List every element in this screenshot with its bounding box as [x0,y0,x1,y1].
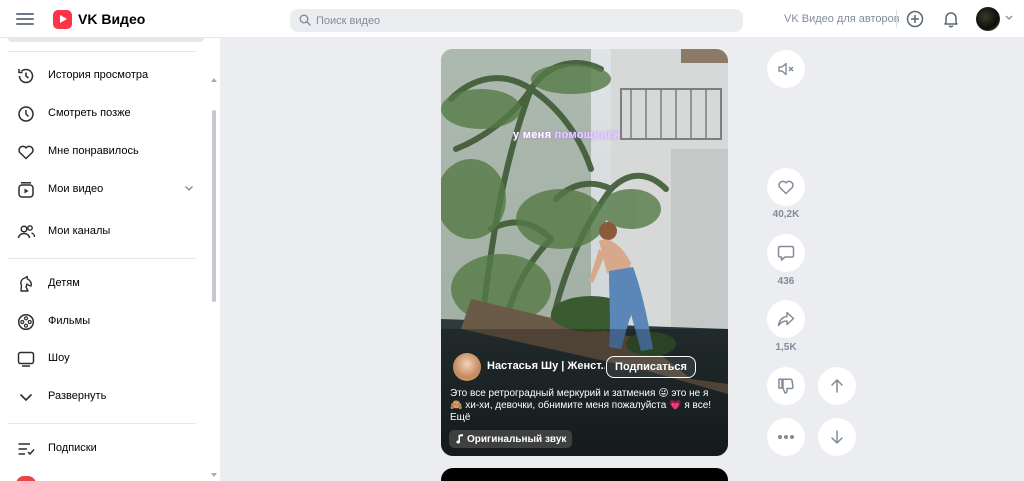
channel-avatar[interactable] [16,476,36,481]
sidebar-divider [8,258,196,259]
play-logo-icon [53,9,72,29]
top-header: VK Видео VK Видео для авторов [0,0,1024,38]
user-avatar[interactable] [976,7,1000,31]
sidebar-item-label: Фильмы [48,315,91,327]
more-dots-icon [778,435,794,439]
add-icon[interactable] [906,10,924,28]
comments-count: 436 [777,276,795,287]
video-player[interactable]: у меня помощники Настасья Шу | Женст... … [441,49,728,456]
like-button[interactable] [767,168,805,206]
thumbs-down-icon [778,378,794,394]
scroll-up-arrow-icon[interactable] [211,78,217,82]
heart-icon [778,180,794,195]
search-icon [299,14,311,26]
sidebar-item-films[interactable]: Фильмы [8,305,198,337]
sound-label: Оригинальный звук [467,433,567,445]
sidebar-item-label: Подписки [48,442,97,454]
vk-video-logo[interactable]: VK Видео [53,9,145,29]
search-input[interactable] [316,12,726,29]
history-icon [18,68,34,84]
next-video-preview[interactable] [441,468,728,481]
menu-icon[interactable] [16,10,34,28]
sidebar-top-edge [8,38,204,42]
users-icon [17,225,36,239]
overlay-text: у меня [513,129,555,141]
sidebar-item-liked[interactable]: Мне понравилось [8,135,198,167]
sidebar-item-history[interactable]: История просмотра [8,59,198,91]
sidebar-item-my-videos[interactable]: Мои видео [8,173,198,205]
share-icon [777,311,795,327]
sidebar-item-label: Мои видео [48,183,104,195]
sidebar-item-label: Детям [48,277,80,289]
film-reel-icon [17,313,35,331]
mute-button[interactable] [767,50,805,88]
share-button[interactable] [767,300,805,338]
sidebar-divider [8,51,196,52]
sidebar-item-label: Мне понравилось [48,145,139,157]
clock-icon [18,106,34,122]
sidebar-item-shows[interactable]: Шоу [8,342,198,374]
bell-icon[interactable] [942,10,960,28]
likes-count: 40,2K [772,209,800,220]
description-line: Это все ретроградный меркурий и затмения… [450,388,709,399]
sidebar-item-label: Шоу [48,352,70,364]
chevron-down-icon[interactable] [1005,15,1013,21]
sidebar-item-label: Развернуть [48,390,107,402]
sidebar-item-my-channels[interactable]: Мои каналы [8,215,198,247]
tv-icon [17,351,35,367]
author-row: Настасья Шу | Женст... Подписаться [453,353,718,381]
comment-button[interactable] [767,234,805,272]
overlay-text-highlight: помощники [554,129,621,141]
more-options-button[interactable] [767,418,805,456]
sidebar-item-label: Мои каналы [48,225,111,237]
chevron-down-icon [19,393,33,402]
header-divider [896,10,897,28]
dislike-button[interactable] [767,367,805,405]
author-avatar[interactable] [453,353,481,381]
sidebar-item-subscriptions[interactable]: Подписки [8,432,198,464]
show-more-link[interactable]: Ещё [450,412,722,424]
arrow-up-icon [831,379,843,393]
horse-icon [20,275,32,292]
comment-icon [777,245,795,261]
description-line: 🙈 хи-хи, девочки, обнимите меня пожалуйс… [450,400,712,411]
sidebar-item-label: Смотреть позже [48,107,131,119]
search-box[interactable] [290,9,743,32]
video-description: Это все ретроградный меркурий и затмения… [450,388,722,424]
chevron-down-icon[interactable] [184,185,194,192]
next-video-button[interactable] [818,418,856,456]
subscriptions-icon [18,443,35,456]
heart-icon [18,145,34,160]
sidebar-item-label: История просмотра [48,69,149,81]
volume-mute-icon [778,62,794,76]
scroll-down-arrow-icon[interactable] [211,473,217,477]
subscribe-button[interactable]: Подписаться [606,356,696,378]
author-name[interactable]: Настасья Шу | Женст... [487,360,605,372]
for-authors-link[interactable]: VK Видео для авторов [784,13,900,25]
video-overlay-caption: у меня помощники [513,129,620,141]
logo-text: VK Видео [78,11,146,27]
previous-video-button[interactable] [818,367,856,405]
sidebar: История просмотра Смотреть позже Мне пон… [0,38,220,481]
sidebar-scrollbar[interactable] [212,110,216,302]
sidebar-item-expand[interactable]: Развернуть [8,380,198,412]
sidebar-item-kids[interactable]: Детям [8,267,198,299]
shares-count: 1,5K [775,342,797,353]
arrow-down-icon [831,430,843,444]
sidebar-item-watch-later[interactable]: Смотреть позже [8,97,198,129]
sidebar-divider [8,423,196,424]
music-note-icon [456,434,463,444]
my-videos-icon [18,182,34,198]
original-sound-chip[interactable]: Оригинальный звук [449,430,573,448]
